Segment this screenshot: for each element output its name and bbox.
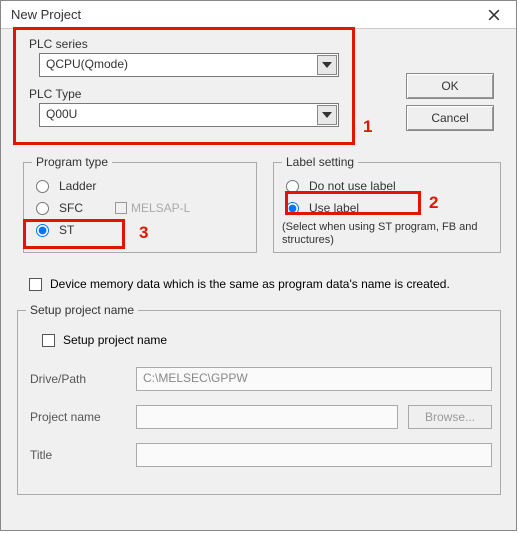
plc-type-label: PLC Type [29,87,355,101]
drive-path-label: Drive/Path [26,372,136,386]
setup-project-checkbox-label: Setup project name [63,333,167,347]
setup-project-checkbox[interactable] [42,334,55,347]
annotation-label-1: 1 [363,117,372,137]
radio-sfc-label: SFC [59,201,83,215]
plc-series-label: PLC series [29,37,355,51]
plc-section: PLC series QCPU(Qmode) PLC Type Q00U [29,37,355,143]
melsap-checkbox-icon [115,202,127,214]
plc-type-select[interactable]: Q00U [39,103,339,127]
project-name-field[interactable] [136,405,398,429]
radio-no-label-label: Do not use label [309,179,396,193]
title-label: Title [26,448,136,462]
close-button[interactable] [474,3,514,27]
annotation-label-3: 3 [139,223,148,243]
radio-use-label-input[interactable] [286,202,299,215]
setup-project-legend: Setup project name [26,303,138,317]
radio-ladder-input[interactable] [36,180,49,193]
label-setting-legend: Label setting [282,155,358,169]
project-name-label: Project name [26,410,136,424]
title-field[interactable] [136,443,492,467]
radio-st-label: ST [59,223,74,237]
new-project-dialog: New Project OK Cancel PLC series QCPU(Qm… [0,0,517,531]
radio-ladder-label: Ladder [59,179,96,193]
radio-sfc-input[interactable] [36,202,49,215]
radio-use-label[interactable]: Use label [282,197,492,219]
cancel-button[interactable]: Cancel [406,105,494,131]
radio-ladder[interactable]: Ladder [32,175,248,197]
program-type-legend: Program type [32,155,112,169]
plc-series-value: QCPU(Qmode) [39,53,339,77]
device-memory-label: Device memory data which is the same as … [50,277,450,291]
radio-st-input[interactable] [36,224,49,237]
device-memory-checkbox[interactable] [29,278,42,291]
radio-no-label-input[interactable] [286,180,299,193]
annotation-label-2: 2 [429,193,438,213]
plc-type-value: Q00U [39,103,339,127]
setup-project-checkbox-row[interactable]: Setup project name [42,333,488,347]
device-memory-row[interactable]: Device memory data which is the same as … [29,277,450,291]
plc-series-select[interactable]: QCPU(Qmode) [39,53,339,77]
titlebar: New Project [1,1,516,29]
melsap-option: MELSAP-L [115,201,190,215]
radio-sfc[interactable]: SFC MELSAP-L [32,197,248,219]
setup-project-group: Setup project name Setup project name Dr… [17,303,501,495]
drive-path-field[interactable]: C:\MELSEC\GPPW [136,367,492,391]
radio-no-label[interactable]: Do not use label [282,175,492,197]
dialog-title: New Project [11,7,81,22]
radio-use-label-label: Use label [309,201,359,215]
browse-button[interactable]: Browse... [408,405,492,429]
ok-button[interactable]: OK [406,73,494,99]
label-setting-group: Label setting Do not use label Use label… [273,155,501,253]
label-setting-note: (Select when using ST program, FB and st… [282,221,492,247]
melsap-label: MELSAP-L [131,201,190,215]
